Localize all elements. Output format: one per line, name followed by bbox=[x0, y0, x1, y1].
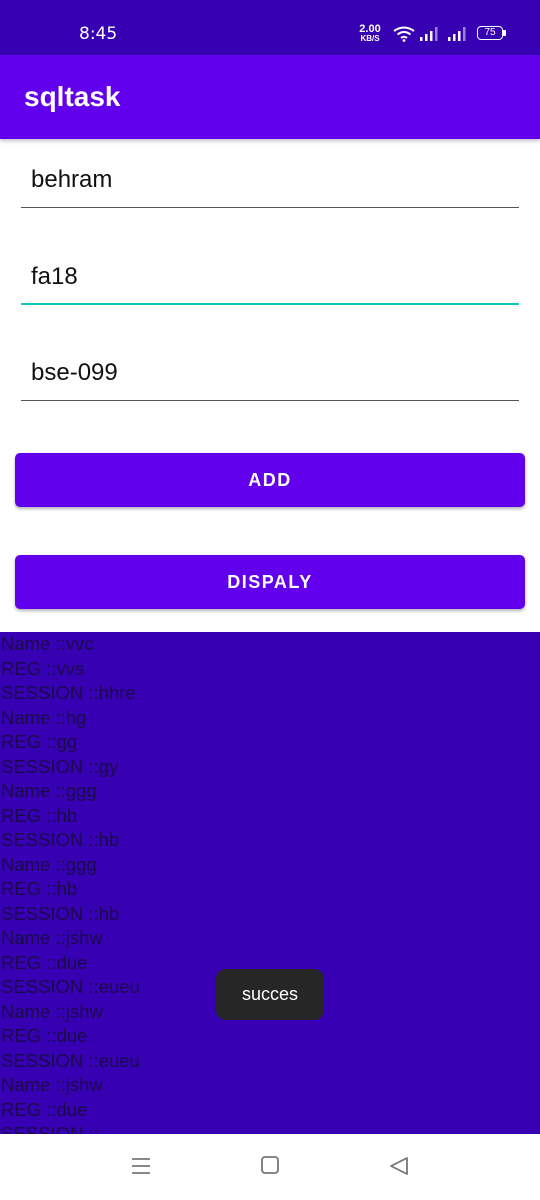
navigation-bar bbox=[0, 1134, 540, 1200]
net-speed-indicator: 2.00 KB/S bbox=[356, 24, 384, 44]
wifi-icon bbox=[393, 26, 415, 42]
session-field[interactable] bbox=[21, 253, 519, 305]
name-input[interactable] bbox=[21, 156, 519, 204]
name-field[interactable] bbox=[21, 156, 519, 208]
record-line: SESSION :: bbox=[1, 1123, 99, 1134]
status-time: 8:45 bbox=[79, 24, 118, 44]
record-line: Name ::ggg bbox=[1, 780, 97, 801]
record-line: REG ::gg bbox=[1, 731, 78, 752]
display-button[interactable]: DISPALY bbox=[15, 555, 525, 609]
records-list[interactable]: Name ::vvcREG ::vvsSESSION ::hhreName ::… bbox=[0, 632, 540, 1134]
record-line: REG ::due bbox=[1, 1098, 88, 1120]
signal-icon bbox=[420, 27, 438, 41]
record-line: Name ::jshw bbox=[1, 927, 103, 948]
record-line: SESSION ::eueu bbox=[1, 1049, 140, 1071]
signal-icon bbox=[448, 27, 466, 41]
toast-message: succes bbox=[216, 969, 324, 1020]
record-line: REG ::hb bbox=[1, 804, 78, 826]
net-speed-unit: KB/S bbox=[360, 34, 380, 43]
add-button[interactable]: ADD bbox=[15, 453, 525, 507]
record-line: Name ::vvc bbox=[1, 633, 94, 654]
record-line: REG ::due bbox=[1, 1025, 88, 1046]
status-bar: 8:45 2.00 KB/S 75 bbox=[0, 0, 540, 55]
record-line: SESSION ::hb bbox=[1, 829, 120, 850]
battery-level: 75 bbox=[484, 27, 496, 38]
home-icon[interactable] bbox=[261, 1156, 279, 1174]
record-line: Name ::jshw bbox=[1, 1074, 103, 1095]
record-line: Name ::ggg bbox=[1, 853, 97, 875]
record-line: REG ::vvs bbox=[1, 657, 85, 679]
reg-input[interactable] bbox=[21, 349, 519, 397]
record-line: SESSION ::gy bbox=[1, 755, 119, 777]
app-title: sqltask bbox=[24, 81, 121, 112]
record-line: Name ::hg bbox=[1, 706, 87, 728]
record-line: REG ::hb bbox=[1, 878, 78, 899]
session-input[interactable] bbox=[21, 253, 519, 301]
reg-field[interactable] bbox=[21, 349, 519, 401]
app-bar: sqltask bbox=[0, 55, 540, 139]
record-line: SESSION ::hhre bbox=[1, 682, 136, 703]
record-line: SESSION ::hb bbox=[1, 902, 120, 924]
battery-tip bbox=[503, 30, 506, 36]
battery-icon: 75 bbox=[477, 26, 503, 40]
menu-icon[interactable] bbox=[131, 1156, 151, 1176]
back-icon[interactable] bbox=[389, 1156, 409, 1176]
